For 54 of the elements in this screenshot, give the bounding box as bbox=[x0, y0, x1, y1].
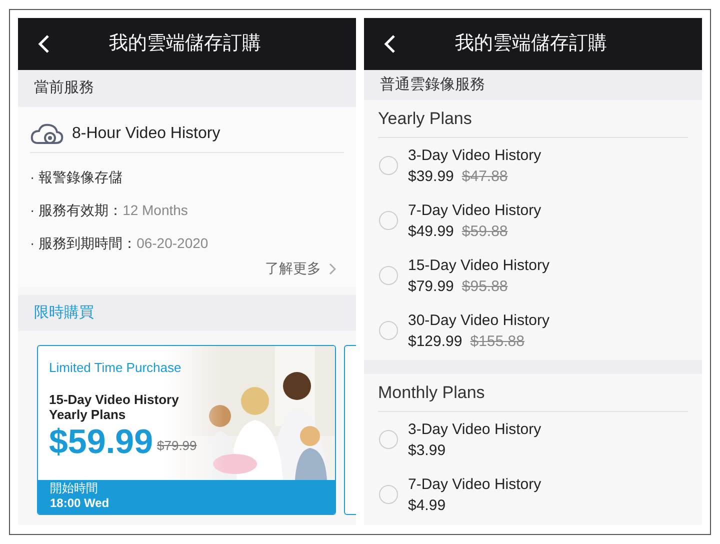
plan-name: 7-Day Video History bbox=[408, 474, 542, 494]
plan-name: 15-Day Video History bbox=[408, 256, 550, 276]
promo-tag: Limited Time Purchase bbox=[49, 358, 182, 378]
start-time: 18:00 Wed bbox=[50, 496, 110, 510]
back-icon[interactable] bbox=[38, 34, 50, 54]
radio-button[interactable] bbox=[379, 156, 398, 175]
plan-name: 3-Day Video History bbox=[408, 420, 542, 440]
radio-button[interactable] bbox=[379, 211, 398, 230]
chevron-icon bbox=[329, 262, 336, 274]
plan-price: $79.99 bbox=[408, 276, 454, 296]
section-header: 普通雲錄像服務 bbox=[364, 70, 702, 100]
back-icon[interactable] bbox=[384, 34, 396, 54]
radio-button[interactable] bbox=[379, 485, 398, 504]
promo-price: $59.99 bbox=[49, 422, 153, 462]
radio-button[interactable] bbox=[379, 266, 398, 285]
start-label: 開始時間 bbox=[50, 481, 98, 496]
old-price: $79.99 bbox=[157, 437, 197, 455]
detail-label: · 服務到期時間： bbox=[30, 234, 137, 253]
plan-option[interactable]: 7-Day Video History $4.99 bbox=[364, 467, 702, 522]
detail-label: · 報警錄像存儲 bbox=[30, 168, 123, 187]
plan-price: $49.99 bbox=[408, 222, 454, 242]
plan-price: $3.99 bbox=[408, 440, 446, 460]
plan-group-title: Yearly Plans bbox=[378, 108, 472, 130]
plan-option[interactable]: 15-Day Video History $79.99 $95.88 bbox=[364, 248, 702, 303]
learn-more-link[interactable]: 了解更多 bbox=[265, 258, 336, 279]
plan-option[interactable]: 3-Day Video History $3.99 bbox=[364, 412, 702, 467]
plan-name: 30-Day Video History bbox=[408, 310, 550, 330]
promo-card[interactable]: Limited Time Purchase 15-Day Video History Yearly Plans $59.99$79.99 開始時間 18:00 Wed bbox=[37, 345, 336, 515]
plan-price: $39.99 bbox=[408, 166, 454, 186]
plan-option[interactable]: 30-Day Video History $129.99 $155.88 bbox=[364, 303, 702, 358]
radio-button[interactable] bbox=[379, 321, 398, 340]
plan-price: $129.99 bbox=[408, 332, 462, 352]
old-price: $95.88 bbox=[462, 276, 508, 296]
plan-name: 8-Hour Video History bbox=[72, 124, 220, 144]
plan-name: 3-Day Video History bbox=[408, 146, 542, 166]
old-price: $155.88 bbox=[470, 332, 524, 352]
detail-value: 06-20-2020 bbox=[136, 234, 208, 253]
detail-value: 12 Months bbox=[122, 201, 188, 220]
old-price: $47.88 bbox=[462, 166, 508, 186]
radio-button[interactable] bbox=[379, 430, 398, 449]
plan-price: $4.99 bbox=[408, 496, 446, 516]
screen-title: 我的雲端儲存訂購 bbox=[454, 32, 608, 56]
plan-option[interactable]: 3-Day Video History $39.99 $47.88 bbox=[364, 138, 702, 193]
cloud-camera-icon bbox=[30, 122, 64, 144]
promo-plan: 15-Day Video History bbox=[49, 392, 179, 406]
section-header: 當前服務 bbox=[18, 70, 356, 107]
screen-title: 我的雲端儲存訂購 bbox=[108, 32, 262, 56]
plan-name: 7-Day Video History bbox=[408, 200, 542, 220]
old-price: $59.88 bbox=[462, 222, 508, 242]
detail-label: · 服務有效期： bbox=[30, 201, 123, 220]
plan-group-title: Monthly Plans bbox=[378, 382, 485, 404]
promo-plan: Yearly Plans bbox=[49, 406, 126, 422]
section-header: 限時購買 bbox=[18, 295, 356, 331]
plan-option[interactable]: 7-Day Video History $49.99 $59.88 bbox=[364, 193, 702, 248]
